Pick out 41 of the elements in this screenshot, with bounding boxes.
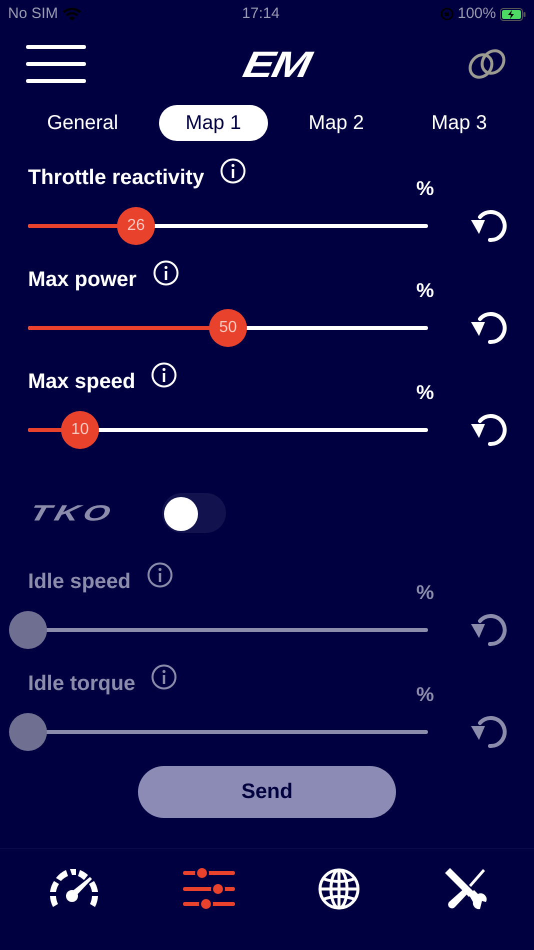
tab[interactable]: Map 3 <box>404 105 514 141</box>
tools-icon[interactable] <box>443 866 487 910</box>
sliders-icon[interactable] <box>183 866 235 910</box>
reset-icon[interactable] <box>468 713 508 751</box>
info-icon[interactable] <box>151 664 178 690</box>
tko-logo: TKO <box>26 499 118 528</box>
reset-icon[interactable] <box>468 411 508 449</box>
reset-icon[interactable] <box>468 207 508 245</box>
rotation-lock-icon <box>440 7 454 21</box>
wifi-icon <box>62 6 82 22</box>
reset-icon[interactable] <box>468 611 508 649</box>
unit-label: % <box>416 683 434 708</box>
reset-icon[interactable] <box>468 309 508 347</box>
slider-label: Max power <box>28 267 137 293</box>
tab[interactable]: General <box>20 105 146 141</box>
slider[interactable]: 10 <box>9 411 447 449</box>
toggle-switch[interactable] <box>162 493 226 533</box>
tab[interactable]: Map 2 <box>281 105 392 141</box>
brand-logo: EM <box>240 46 312 82</box>
globe-icon[interactable] <box>317 866 361 910</box>
slider-thumb[interactable]: 10 <box>61 411 99 449</box>
battery-label: 100% <box>458 4 496 24</box>
slider-thumb[interactable]: 50 <box>209 309 247 347</box>
slider-thumb[interactable]: 26 <box>117 207 155 245</box>
unit-label: % <box>416 581 434 606</box>
unit-label: % <box>416 381 434 406</box>
slider-label: Idle speed <box>28 569 131 595</box>
menu-icon[interactable] <box>26 44 86 84</box>
info-icon[interactable] <box>146 562 173 588</box>
unit-label: % <box>416 177 434 202</box>
clock-label: 17:14 <box>242 4 280 24</box>
slider[interactable]: 50 <box>9 309 447 347</box>
tab[interactable]: Map 1 <box>158 105 268 141</box>
carrier-label: No SIM <box>8 4 58 24</box>
slider-label: Max speed <box>28 369 136 395</box>
slider[interactable]: 26 <box>9 207 447 245</box>
battery-icon <box>500 8 526 20</box>
slider-label: Throttle reactivity <box>28 165 204 191</box>
slider-label: Idle torque <box>28 671 136 697</box>
link-rings-icon[interactable] <box>466 47 508 81</box>
unit-label: % <box>416 279 434 304</box>
